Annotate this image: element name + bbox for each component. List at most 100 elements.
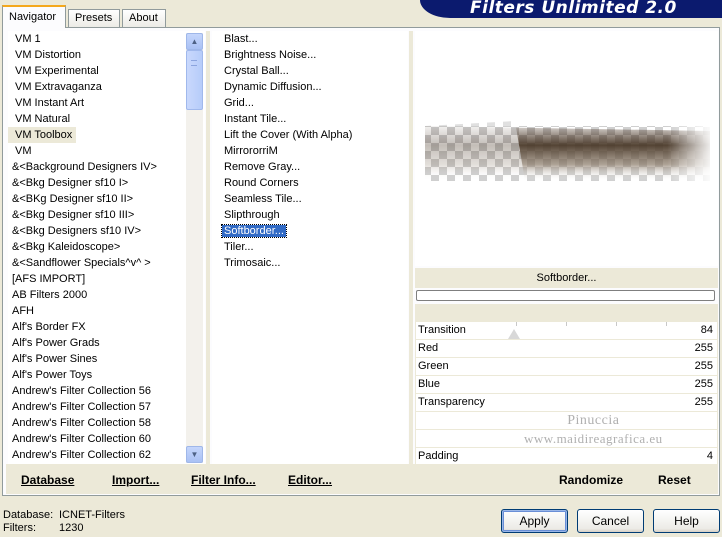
category-item[interactable]: AFH [8,303,205,319]
category-item[interactable]: VM 1 [8,31,205,47]
category-item[interactable]: &<Bkg Designers sf10 IV> [8,223,205,239]
filter-item[interactable]: Round Corners [212,175,408,191]
randomize-button[interactable]: Randomize [559,473,623,487]
import-button[interactable]: Import... [112,473,159,487]
tab-about[interactable]: About [122,9,166,27]
category-item[interactable]: Alf's Border FX [8,319,205,335]
filter-item[interactable]: Brightness Noise... [212,47,408,63]
filter-item[interactable]: Tiler... [212,239,408,255]
filter-label: Tiler... [224,241,254,253]
category-label: VM Experimental [15,65,99,77]
param-value: 84 [700,324,713,336]
scroll-up-icon[interactable]: ▲ [186,33,203,50]
category-item[interactable]: VM Toolbox [8,127,205,143]
status-label: Filters: [3,522,36,534]
filter-item[interactable]: Instant Tile... [212,111,408,127]
category-item[interactable]: &<Bkg Kaleidoscope> [8,239,205,255]
filter-item[interactable]: Softborder... [212,223,408,239]
category-label: Andrew's Filter Collection 58 [12,417,152,429]
param-transparency[interactable]: Transparency 255 [416,394,717,411]
category-item[interactable]: Andrew's Filter Collection 57 [8,399,205,415]
reset-button[interactable]: Reset [658,473,691,487]
preview-image [425,121,710,186]
category-label: &<Bkg Designers sf10 IV> [12,225,142,237]
category-list[interactable]: VM 1 VM Distortion VM Experimental VM Extra… [8,31,205,464]
category-label: &<Bkg Kaleidoscope> [12,241,121,253]
category-label: [AFS IMPORT] [12,273,86,285]
param-value: 4 [706,450,713,462]
filter-label: Round Corners [224,177,299,189]
scroll-thumb[interactable] [186,50,203,110]
database-button[interactable]: Database [21,473,74,487]
category-item[interactable]: AB Filters 2000 [8,287,205,303]
filter-info-button[interactable]: Filter Info... [191,473,256,487]
category-item[interactable]: &<Bkg Designer sf10 III> [8,207,205,223]
category-label: VM Instant Art [15,97,85,109]
filter-list[interactable]: Blast... Brightness Noise... Crystal Ball.… [212,31,408,464]
category-item[interactable]: Andrew's Filter Collection 62 [8,447,205,463]
param-transition[interactable]: Transition 84 [416,322,717,339]
category-item[interactable]: &<Bkg Designer sf10 I> [8,175,205,191]
category-label: Andrew's Filter Collection 57 [12,401,152,413]
category-item[interactable]: &<BKg Designer sf10 II> [8,191,205,207]
slider-marker-icon[interactable] [508,329,520,339]
category-item[interactable]: VM Natural [8,111,205,127]
filter-item[interactable]: Dynamic Diffusion... [212,79,408,95]
param-blue[interactable]: Blue 255 [416,376,717,393]
category-label: Alf's Power Sines [12,353,98,365]
category-item[interactable]: VM [8,143,205,159]
apply-button[interactable]: Apply [501,509,568,533]
filter-label: Lift the Cover (With Alpha) [224,129,353,141]
category-label: &<BKg Designer sf10 II> [12,193,134,205]
param-red[interactable]: Red 255 [416,340,717,357]
filter-item[interactable]: MirrororriM [212,143,408,159]
cancel-button[interactable]: Cancel [577,509,644,533]
filter-label: Instant Tile... [224,113,287,125]
param-green[interactable]: Green 255 [416,358,717,375]
category-label: VM Toolbox [8,127,77,143]
filter-item[interactable]: Seamless Tile... [212,191,408,207]
param-padding[interactable]: Padding 4 [416,448,717,465]
list-divider [206,31,210,464]
tab-navigator[interactable]: Navigator [2,5,66,28]
category-item[interactable]: VM Distortion [8,47,205,63]
category-item[interactable]: [AFS IMPORT] [8,271,205,287]
filter-item[interactable]: Crystal Ball... [212,63,408,79]
param-value: 255 [694,378,713,390]
filter-item[interactable]: Blast... [212,31,408,47]
category-label: Andrew's Filter Collection 56 [12,385,152,397]
param-value: 255 [694,342,713,354]
category-item[interactable]: Alf's Power Toys [8,367,205,383]
category-item[interactable]: Alf's Power Grads [8,335,205,351]
category-label: &<Bkg Designer sf10 III> [12,209,135,221]
category-label: VM Natural [15,113,71,125]
scroll-down-icon[interactable]: ▼ [186,446,203,463]
category-item[interactable]: Andrew's Filter Collection 60 [8,431,205,447]
category-item[interactable]: Andrew's Filter Collection 58 [8,415,205,431]
editor-button[interactable]: Editor... [288,473,332,487]
filter-item[interactable]: Remove Gray... [212,159,408,175]
filter-label: Trimosaic... [224,257,281,269]
category-scrollbar[interactable]: ▲ ▼ [186,33,203,463]
status-value: 1230 [59,522,84,534]
category-item[interactable]: VM Extravaganza [8,79,205,95]
filter-item[interactable]: Slipthrough [212,207,408,223]
filter-item[interactable]: Grid... [212,95,408,111]
filter-name-label: Softborder... [415,268,718,288]
category-item[interactable]: Andrew's Filter Collection 56 [8,383,205,399]
category-item[interactable]: VM Experimental [8,63,205,79]
category-label: Alf's Power Grads [12,337,100,349]
category-label: Andrew's Filter Collection 62 [12,449,152,461]
category-item[interactable]: &<Background Designers IV> [8,159,205,175]
category-label: VM 1 [15,33,41,45]
category-item[interactable]: VM Instant Art [8,95,205,111]
category-label: &<Background Designers IV> [12,161,157,173]
tab-presets[interactable]: Presets [68,9,120,27]
filter-item[interactable]: Lift the Cover (With Alpha) [212,127,408,143]
help-button[interactable]: Help [653,509,720,533]
category-item[interactable]: &<Sandflower Specials^v^ > [8,255,205,271]
category-item[interactable]: Alf's Power Sines [8,351,205,367]
filter-item[interactable]: Trimosaic... [212,255,408,271]
param-name: Red [418,342,439,354]
filter-label: Blast... [224,33,258,45]
